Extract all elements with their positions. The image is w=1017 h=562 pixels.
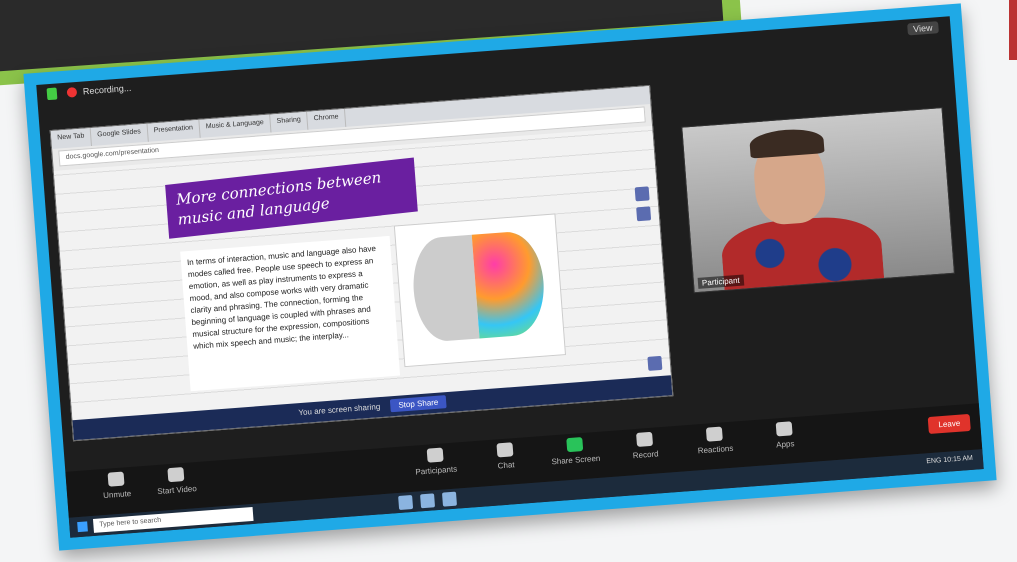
screen-share-bar: You are screen sharing Stop Share: [72, 375, 673, 441]
slide-body-text: In terms of interaction, music and langu…: [180, 235, 401, 392]
brain-left-hemisphere: [409, 234, 480, 344]
participant-video[interactable]: Participant: [681, 107, 955, 294]
slide-nav-icon[interactable]: [647, 355, 663, 371]
browser-tab[interactable]: New Tab: [50, 128, 93, 149]
record-button[interactable]: Record: [614, 430, 676, 461]
browser-tab[interactable]: Presentation: [147, 119, 201, 142]
participant-hair: [748, 127, 825, 159]
right-edge-strip: [1009, 0, 1017, 60]
browser-tab[interactable]: Chrome: [307, 108, 347, 130]
slide-nav-icon[interactable]: [634, 186, 650, 202]
reactions-button[interactable]: Reactions: [684, 425, 746, 456]
zoom-window: Recording... View New Tab Google Slides …: [36, 16, 984, 538]
recording-label: Recording...: [82, 82, 132, 97]
start-video-button[interactable]: Start Video: [145, 465, 207, 496]
leave-button[interactable]: Leave: [927, 413, 971, 435]
browser-tab[interactable]: Sharing: [270, 111, 309, 133]
slide-title: More connections between music and langu…: [165, 157, 418, 239]
stop-share-button[interactable]: Stop Share: [389, 395, 447, 413]
brain-right-hemisphere: [471, 229, 548, 339]
share-screen-button[interactable]: Share Screen: [544, 435, 606, 466]
shield-icon: [46, 87, 58, 101]
reactions-icon: [705, 426, 723, 442]
screen-photo-frame: Recording... View New Tab Google Slides …: [23, 3, 997, 551]
participants-button[interactable]: Participants: [405, 446, 467, 477]
browser-tab[interactable]: Google Slides: [90, 123, 149, 146]
participants-icon: [426, 447, 444, 463]
chat-icon: [496, 442, 514, 458]
unmute-button[interactable]: Unmute: [86, 470, 148, 501]
system-tray: ENG 10:15 AM: [926, 454, 974, 466]
apps-icon: [775, 421, 793, 437]
participant-jacket: [719, 213, 886, 294]
record-button-icon: [636, 431, 654, 447]
taskbar-app-icon[interactable]: [398, 494, 414, 510]
windows-start-icon[interactable]: [77, 521, 88, 533]
share-screen-icon: [566, 437, 584, 453]
presentation-slide: More connections between music and langu…: [53, 125, 673, 441]
record-icon: [66, 86, 78, 98]
shared-browser: New Tab Google Slides Presentation Music…: [49, 84, 674, 442]
apps-button[interactable]: Apps: [754, 420, 816, 451]
slide-nav-icon[interactable]: [636, 206, 652, 222]
taskbar-app-icon[interactable]: [441, 491, 457, 507]
taskbar-app-icon[interactable]: [420, 493, 436, 509]
chat-button[interactable]: Chat: [475, 441, 537, 472]
brain-illustration: [393, 213, 567, 368]
camera-icon: [167, 467, 185, 483]
microphone-icon: [107, 471, 125, 487]
view-button[interactable]: View: [906, 21, 939, 36]
share-bar-text: You are screen sharing: [298, 402, 381, 418]
